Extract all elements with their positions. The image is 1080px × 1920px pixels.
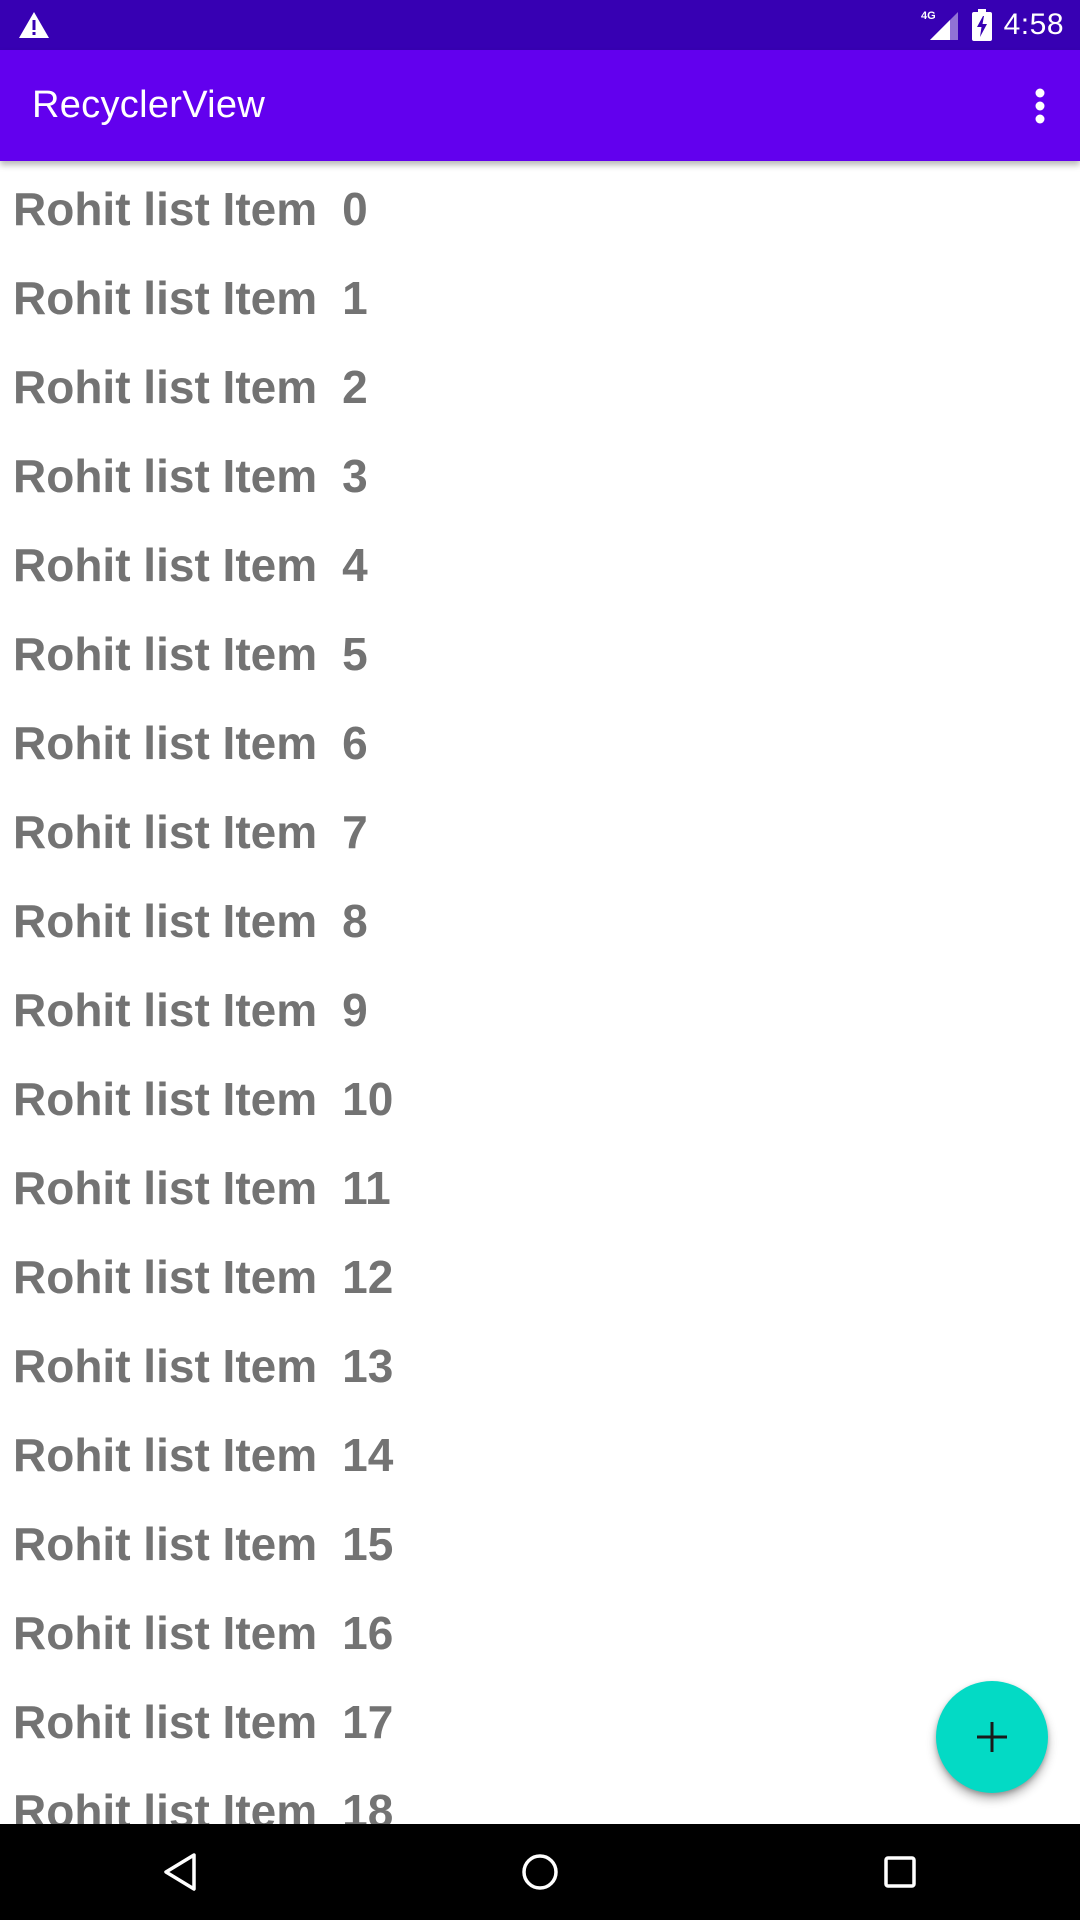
list-item[interactable]: Rohit list Item 10 xyxy=(0,1054,1080,1143)
list-item-number: 13 xyxy=(342,1339,394,1392)
list-item-label: Rohit list Item xyxy=(13,538,318,591)
list-item[interactable]: Rohit list Item 8 xyxy=(0,876,1080,965)
list-item[interactable]: Rohit list Item 12 xyxy=(0,1232,1080,1321)
list-item[interactable]: Rohit list Item 13 xyxy=(0,1321,1080,1410)
list-item-number: 0 xyxy=(342,182,368,235)
list-item-label: Rohit list Item xyxy=(13,1695,318,1748)
list-item-label: Rohit list Item xyxy=(13,449,318,502)
battery-charging-icon xyxy=(971,9,992,41)
list-item[interactable]: Rohit list Item 14 xyxy=(0,1410,1080,1499)
list-item-label: Rohit list Item xyxy=(13,1606,318,1659)
list-item-number: 16 xyxy=(342,1606,394,1659)
list-item[interactable]: Rohit list Item 9 xyxy=(0,965,1080,1054)
list-item-number: 12 xyxy=(342,1250,394,1303)
list-item-number: 4 xyxy=(342,538,368,591)
list-item-label: Rohit list Item xyxy=(13,360,318,413)
status-time: 4:58 xyxy=(1003,8,1064,41)
list-item[interactable]: Rohit list Item 1 xyxy=(0,253,1080,342)
list-item[interactable]: Rohit list Item 17 xyxy=(0,1677,1080,1766)
list-item-label: Rohit list Item xyxy=(13,894,318,947)
home-button[interactable] xyxy=(480,1824,600,1920)
list-item-label: Rohit list Item xyxy=(13,1339,318,1392)
list-item-number: 2 xyxy=(342,360,368,413)
list-item[interactable]: Rohit list Item 3 xyxy=(0,431,1080,520)
list-item[interactable]: Rohit list Item 4 xyxy=(0,520,1080,609)
more-vert-icon xyxy=(1034,88,1046,124)
warning-icon xyxy=(18,11,50,39)
app-title: RecyclerView xyxy=(32,84,266,126)
list-item-number: 6 xyxy=(342,716,368,769)
list-item[interactable]: Rohit list Item 18 xyxy=(0,1766,1080,1825)
list-item-number: 10 xyxy=(342,1072,394,1125)
list-item-number: 18 xyxy=(342,1784,394,1825)
back-icon xyxy=(162,1852,198,1892)
list-item-label: Rohit list Item xyxy=(13,1784,318,1825)
list-item-label: Rohit list Item xyxy=(13,182,318,235)
list-item-label: Rohit list Item xyxy=(13,805,318,858)
back-button[interactable] xyxy=(120,1824,240,1920)
add-fab-button[interactable] xyxy=(936,1681,1048,1793)
recents-icon xyxy=(883,1855,917,1889)
list-item-number: 11 xyxy=(342,1161,391,1214)
status-bar-left xyxy=(18,11,50,39)
status-bar-right: 4G 4:58 xyxy=(920,8,1064,42)
home-icon xyxy=(520,1852,560,1892)
overflow-menu-button[interactable] xyxy=(1020,76,1060,136)
list-item-label: Rohit list Item xyxy=(13,627,318,680)
list-item-label: Rohit list Item xyxy=(13,983,318,1036)
list-item-label: Rohit list Item xyxy=(13,1250,318,1303)
list-item[interactable]: Rohit list Item 7 xyxy=(0,787,1080,876)
status-bar: 4G 4:58 xyxy=(0,0,1080,50)
list-item-label: Rohit list Item xyxy=(13,716,318,769)
app-bar: RecyclerView xyxy=(0,50,1080,161)
list-item[interactable]: Rohit list Item 15 xyxy=(0,1499,1080,1588)
list-item[interactable]: Rohit list Item 6 xyxy=(0,698,1080,787)
recents-button[interactable] xyxy=(840,1824,960,1920)
list-item[interactable]: Rohit list Item 11 xyxy=(0,1143,1080,1232)
list-item-number: 17 xyxy=(342,1695,394,1748)
list-item-label: Rohit list Item xyxy=(13,1161,318,1214)
navigation-bar xyxy=(0,1824,1080,1920)
svg-text:4G: 4G xyxy=(921,10,936,22)
list-item-number: 1 xyxy=(342,271,368,324)
add-icon xyxy=(977,1722,1007,1752)
list-item-number: 7 xyxy=(342,805,368,858)
list-item[interactable]: Rohit list Item 0 xyxy=(0,164,1080,253)
list-item-number: 8 xyxy=(342,894,368,947)
list-item[interactable]: Rohit list Item 16 xyxy=(0,1588,1080,1677)
list-item[interactable]: Rohit list Item 5 xyxy=(0,609,1080,698)
list-item-number: 9 xyxy=(342,983,368,1036)
list-item-number: 14 xyxy=(342,1428,394,1481)
list-item-number: 15 xyxy=(342,1517,394,1570)
signal-4g-icon: 4G xyxy=(920,8,960,42)
recycler-list[interactable]: Rohit list Item 0 Rohit list Item 1 Rohit li… xyxy=(0,161,1080,1825)
list-item-label: Rohit list Item xyxy=(13,1517,318,1570)
list-item-label: Rohit list Item xyxy=(13,1072,318,1125)
list-item-label: Rohit list Item xyxy=(13,1428,318,1481)
list-item-number: 3 xyxy=(342,449,368,502)
list-item-number: 5 xyxy=(342,627,368,680)
list-item[interactable]: Rohit list Item 2 xyxy=(0,342,1080,431)
list-item-label: Rohit list Item xyxy=(13,271,318,324)
